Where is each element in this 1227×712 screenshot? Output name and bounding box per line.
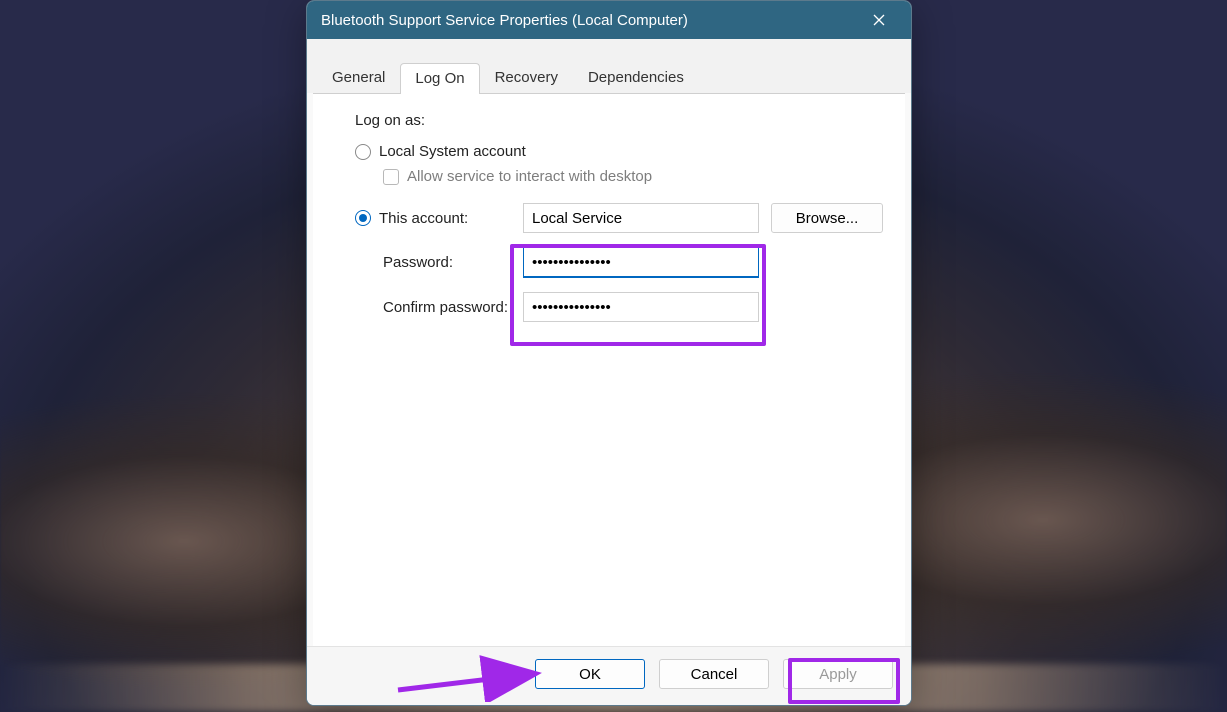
titlebar[interactable]: Bluetooth Support Service Properties (Lo… (307, 1, 911, 39)
account-input[interactable] (523, 203, 759, 233)
allow-interact-row: Allow service to interact with desktop (383, 168, 881, 185)
service-properties-dialog: Bluetooth Support Service Properties (Lo… (306, 0, 912, 706)
cancel-button[interactable]: Cancel (659, 659, 769, 689)
close-icon (873, 14, 885, 26)
tab-recovery[interactable]: Recovery (480, 62, 573, 93)
this-account-label: This account: (379, 210, 468, 227)
ok-button[interactable]: OK (535, 659, 645, 689)
tab-strip: General Log On Recovery Dependencies (307, 39, 911, 93)
radio-this-account[interactable] (355, 210, 371, 226)
this-account-row[interactable]: This account: (355, 210, 511, 227)
tab-general[interactable]: General (317, 62, 400, 93)
tab-dependencies[interactable]: Dependencies (573, 62, 699, 93)
password-label: Password: (355, 254, 511, 271)
close-button[interactable] (857, 5, 901, 35)
logon-panel: Log on as: Local System account Allow se… (313, 93, 905, 646)
apply-button[interactable]: Apply (783, 659, 893, 689)
local-system-label: Local System account (379, 143, 526, 160)
checkbox-allow-interact (383, 169, 399, 185)
confirm-password-label: Confirm password: (355, 299, 511, 316)
window-title: Bluetooth Support Service Properties (Lo… (321, 12, 857, 29)
dialog-button-bar: OK Cancel Apply (307, 646, 911, 705)
password-input[interactable] (523, 247, 759, 278)
browse-button[interactable]: Browse... (771, 203, 883, 233)
logon-as-label: Log on as: (355, 112, 881, 129)
confirm-password-input[interactable] (523, 292, 759, 322)
local-system-row[interactable]: Local System account (355, 143, 881, 160)
tab-log-on[interactable]: Log On (400, 63, 479, 94)
allow-interact-label: Allow service to interact with desktop (407, 168, 652, 185)
radio-local-system[interactable] (355, 144, 371, 160)
